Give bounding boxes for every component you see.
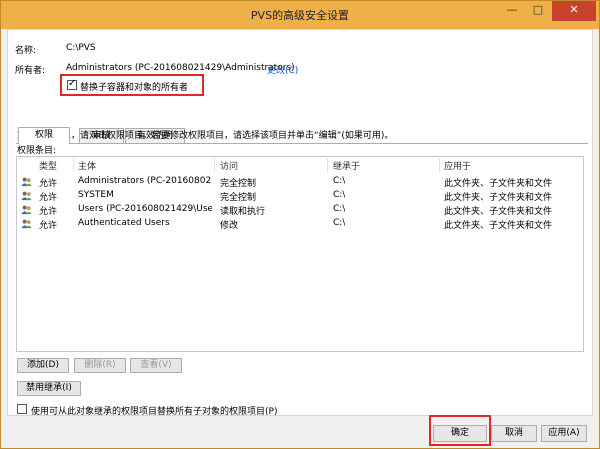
- entries-label: 权限条目:: [17, 146, 57, 156]
- name-label: 名称:: [15, 46, 37, 56]
- security-dialog: PVS的高级安全设置 — □ ✕ 名称: C:\PVS 所有者: Adminis…: [0, 0, 600, 449]
- table-row[interactable]: 允许 Users (PC-201608021429\Users) 读取和执行 C…: [17, 203, 583, 217]
- info-text: 如需其他信息，请双击权限项目。若要修改权限项目，请选择该项目并单击“编辑”(如果…: [17, 131, 394, 141]
- dialog-content: 名称: C:\PVS 所有者: Administrators (PC-20160…: [7, 29, 593, 417]
- close-icon[interactable]: ✕: [552, 1, 596, 21]
- col-header-access[interactable]: 访问: [220, 159, 238, 172]
- cell-inherited-from: C:\: [333, 218, 346, 228]
- tab-permissions[interactable]: 权限: [18, 127, 70, 144]
- table-row[interactable]: 允许 Authenticated Users 修改 C:\ 此文件夹、子文件夹和…: [17, 217, 583, 231]
- cell-principal: Authenticated Users: [78, 218, 170, 228]
- column-separator: [327, 158, 328, 172]
- cell-type: 允许: [39, 207, 58, 217]
- users-icon: [21, 177, 32, 187]
- col-header-inherited-from[interactable]: 继承于: [333, 159, 360, 172]
- cell-inherited-from: C:\: [333, 190, 346, 200]
- table-row[interactable]: 允许 Administrators (PC-20160802142... 完全控…: [17, 175, 583, 189]
- cell-principal: SYSTEM: [78, 190, 114, 200]
- owner-label: 所有者:: [15, 66, 46, 76]
- cell-type: 允许: [39, 193, 58, 203]
- users-icon: [21, 191, 32, 201]
- permission-entries-table[interactable]: 类型 主体 访问 继承于 应用于 允许 Administrators (PC-2…: [16, 156, 584, 352]
- cell-access: 修改: [220, 221, 239, 231]
- owner-value: Administrators (PC-201608021429\Administ…: [66, 63, 295, 73]
- column-separator: [73, 158, 74, 172]
- cell-type: 允许: [39, 221, 58, 231]
- cell-principal: Users (PC-201608021429\Users): [78, 204, 212, 214]
- highlight-box-owner: [60, 74, 204, 96]
- disable-inheritance-button[interactable]: 禁用继承(I): [17, 381, 81, 396]
- cell-access: 读取和执行: [220, 207, 266, 217]
- cell-type: 允许: [39, 179, 58, 189]
- replace-child-permissions-label: 使用可从此对象继承的权限项目替换所有子对象的权限项目(P): [31, 407, 278, 417]
- column-separator: [439, 158, 440, 172]
- table-row[interactable]: 允许 SYSTEM 完全控制 C:\ 此文件夹、子文件夹和文件: [17, 189, 583, 203]
- replace-child-permissions-checkbox[interactable]: [17, 404, 27, 414]
- cell-principal: Administrators (PC-20160802142...: [78, 176, 212, 186]
- col-header-principal[interactable]: 主体: [78, 159, 96, 172]
- minimize-icon[interactable]: —: [499, 1, 525, 21]
- cell-applies-to: 此文件夹、子文件夹和文件: [444, 179, 553, 189]
- cell-applies-to: 此文件夹、子文件夹和文件: [444, 221, 553, 231]
- title-bar[interactable]: PVS的高级安全设置 — □ ✕: [1, 1, 599, 29]
- add-button[interactable]: 添加(D): [17, 358, 69, 373]
- col-header-type[interactable]: 类型: [39, 159, 57, 172]
- name-value: C:\PVS: [66, 43, 96, 53]
- cell-inherited-from: C:\: [333, 176, 346, 186]
- change-owner-link[interactable]: 更改(C): [267, 63, 298, 76]
- cancel-button[interactable]: 取消: [491, 425, 537, 442]
- users-icon: [21, 219, 32, 229]
- tab-divider: [16, 143, 588, 144]
- apply-button[interactable]: 应用(A): [541, 425, 587, 442]
- highlight-box-ok: [429, 415, 491, 446]
- users-icon: [21, 205, 32, 215]
- remove-button[interactable]: 删除(R): [74, 358, 126, 373]
- column-separator: [214, 158, 215, 172]
- cell-access: 完全控制: [220, 179, 257, 189]
- view-button[interactable]: 查看(V): [130, 358, 182, 373]
- cell-access: 完全控制: [220, 193, 257, 203]
- cell-applies-to: 此文件夹、子文件夹和文件: [444, 193, 553, 203]
- col-header-applies-to[interactable]: 应用于: [444, 159, 471, 172]
- cell-applies-to: 此文件夹、子文件夹和文件: [444, 207, 553, 217]
- maximize-icon[interactable]: □: [525, 1, 551, 21]
- cell-inherited-from: C:\: [333, 204, 346, 214]
